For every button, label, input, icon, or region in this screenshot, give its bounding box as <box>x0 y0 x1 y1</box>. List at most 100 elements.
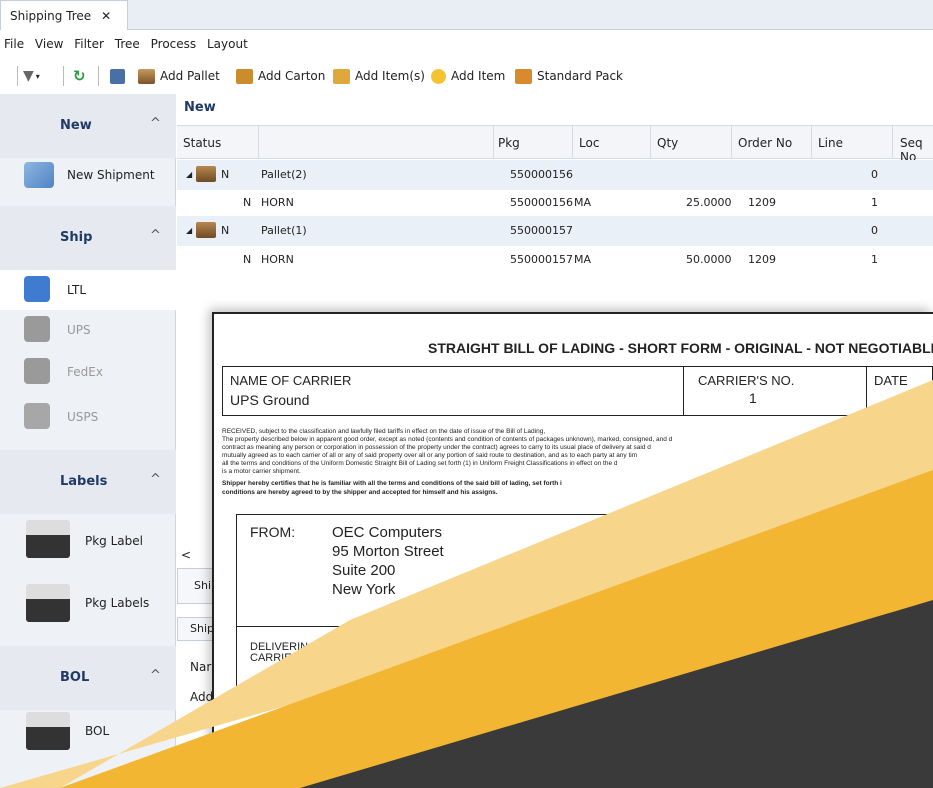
chevron-up-icon[interactable]: ^ <box>150 472 161 487</box>
address-field-label: Add <box>190 690 214 704</box>
section-title: New <box>60 118 92 133</box>
menu-file[interactable]: File <box>4 37 24 51</box>
status-cell: N <box>243 253 252 266</box>
refresh-button[interactable]: ↻ <box>73 66 86 86</box>
sidebar-item-label: Pkg Label <box>85 534 143 548</box>
fine-print-line: contract as meaning any person or corpor… <box>222 444 651 451</box>
grid-header: Status Pkg Loc Qty Order No Line Seq No <box>177 125 933 164</box>
menu-filter[interactable]: Filter <box>74 37 104 51</box>
sidebar-item-usps[interactable]: USPS <box>0 397 176 437</box>
printer-icon <box>26 584 70 622</box>
usps-icon <box>24 403 50 429</box>
sidebar-item-new-shipment[interactable]: New Shipment <box>0 158 176 192</box>
section-title: Labels <box>60 474 108 489</box>
menu-tree[interactable]: Tree <box>115 37 140 51</box>
delivering-carrier-box <box>236 626 933 686</box>
carrier-no-label: CARRIER'S NO. <box>698 373 795 388</box>
sidebar-item-label: Pkg Labels <box>85 596 150 610</box>
pkg-cell: 550000157 <box>510 253 573 266</box>
tab-shipment[interactable]: Shi <box>177 568 217 604</box>
column-order-no[interactable]: Order No <box>738 136 792 150</box>
standard-pack-label: Standard Pack <box>537 69 624 83</box>
menu-layout[interactable]: Layout <box>207 37 248 51</box>
tab-ship[interactable]: Ship <box>177 617 217 641</box>
from-line: Suite 200 <box>332 562 396 579</box>
carrier-partial-label: CARRIER <box>250 652 300 664</box>
fine-print-line: conditions are hereby agreed to by the s… <box>222 489 498 496</box>
pkg-cell: 550000156 <box>510 168 573 181</box>
column-pkg[interactable]: Pkg <box>498 136 520 150</box>
pallet-icon <box>196 222 216 238</box>
section-header-bol[interactable]: BOL ^ <box>0 646 176 710</box>
sidebar-item-label: BOL <box>85 724 110 738</box>
document-tab-bar <box>0 0 933 30</box>
section-header-new[interactable]: New ^ <box>0 94 176 158</box>
carton-icon <box>236 68 253 84</box>
close-icon[interactable]: ✕ <box>101 9 111 23</box>
table-row[interactable]: ◢ N Pallet(1) 550000157 0 <box>177 216 933 246</box>
filter-dropdown-button[interactable]: ▼ ▾ <box>23 66 40 86</box>
expand-triangle-icon[interactable]: ◢ <box>186 226 192 235</box>
sidebar-item-pkg-labels[interactable]: Pkg Labels <box>0 580 176 632</box>
scan-button[interactable] <box>110 66 130 86</box>
section-header-ship[interactable]: Ship ^ <box>0 206 176 270</box>
loc-cell: MA <box>574 253 592 266</box>
column-divider <box>572 125 573 159</box>
chevron-up-icon[interactable]: ^ <box>150 116 161 131</box>
grid-title: New <box>184 100 216 115</box>
carrier-no-divider <box>683 366 684 416</box>
toolbar-separator <box>17 66 18 86</box>
column-qty[interactable]: Qty <box>657 136 678 150</box>
table-row[interactable]: N HORN 550000157 MA 50.0000 1209 1 <box>177 245 933 275</box>
sidebar-item-pkg-label[interactable]: Pkg Label <box>0 516 176 568</box>
seq-cell: 1 <box>871 196 878 209</box>
column-status[interactable]: Status <box>183 136 221 150</box>
add-pallet-button[interactable]: Add Pallet <box>138 66 220 86</box>
sidebar-item-bol[interactable]: BOL <box>0 708 176 760</box>
pkg-cell: 550000156 <box>510 196 573 209</box>
add-item-icon <box>431 68 446 84</box>
section-header-labels[interactable]: Labels ^ <box>0 450 176 514</box>
scroll-left-button[interactable]: < <box>177 548 213 566</box>
qty-cell: 50.0000 <box>686 253 732 266</box>
sidebar-item-fedex[interactable]: FedEx <box>0 352 176 392</box>
carrier-label: NAME OF CARRIER <box>230 373 352 388</box>
fine-print-line: all the terms and conditions of the Unif… <box>222 460 618 467</box>
column-loc[interactable]: Loc <box>579 136 599 150</box>
fine-print-line: mutually agreed as to each carrier of al… <box>222 452 638 459</box>
sidebar-item-label: LTL <box>67 283 87 297</box>
tab-shipping-tree[interactable]: Shipping Tree ✕ <box>0 0 128 30</box>
description-cell: Pallet(2) <box>261 168 307 181</box>
menu-process[interactable]: Process <box>151 37 197 51</box>
seq-cell: 0 <box>871 224 878 237</box>
refresh-icon: ↻ <box>73 67 86 85</box>
chevron-up-icon[interactable]: ^ <box>150 668 161 683</box>
sidebar-item-label: FedEx <box>67 365 103 379</box>
column-divider <box>731 125 732 159</box>
add-items-icon <box>333 68 350 84</box>
description-cell: HORN <box>261 196 294 209</box>
column-divider <box>258 125 259 159</box>
date-divider <box>866 366 867 416</box>
expand-triangle-icon[interactable]: ◢ <box>186 170 192 179</box>
add-items-button[interactable]: Add Item(s) <box>333 66 425 86</box>
printer-icon <box>26 712 70 750</box>
add-item-button[interactable]: Add Item <box>431 66 505 86</box>
sidebar-item-label: UPS <box>67 323 91 337</box>
pallet-icon <box>138 68 155 84</box>
sidebar-item-label: USPS <box>67 410 99 424</box>
fine-print-line: RECEIVED, subject to the classification … <box>222 428 546 435</box>
menu-view[interactable]: View <box>35 37 63 51</box>
table-row[interactable]: ◢ N Pallet(2) 550000156 0 <box>177 160 933 190</box>
column-line[interactable]: Line <box>818 136 843 150</box>
sidebar-item-ltl[interactable]: LTL <box>0 270 176 310</box>
description-cell: Pallet(1) <box>261 224 307 237</box>
add-carton-button[interactable]: Add Carton <box>236 66 325 86</box>
standard-pack-button[interactable]: Standard Pack <box>515 66 623 86</box>
bol-title: STRAIGHT BILL OF LADING - SHORT FORM - O… <box>428 340 933 356</box>
sidebar-item-ups[interactable]: UPS <box>0 310 176 350</box>
status-cell: N <box>221 168 230 181</box>
table-row[interactable]: N HORN 550000156 MA 25.0000 1209 1 <box>177 188 933 218</box>
seq-cell: 1 <box>871 253 878 266</box>
chevron-up-icon[interactable]: ^ <box>150 228 161 243</box>
